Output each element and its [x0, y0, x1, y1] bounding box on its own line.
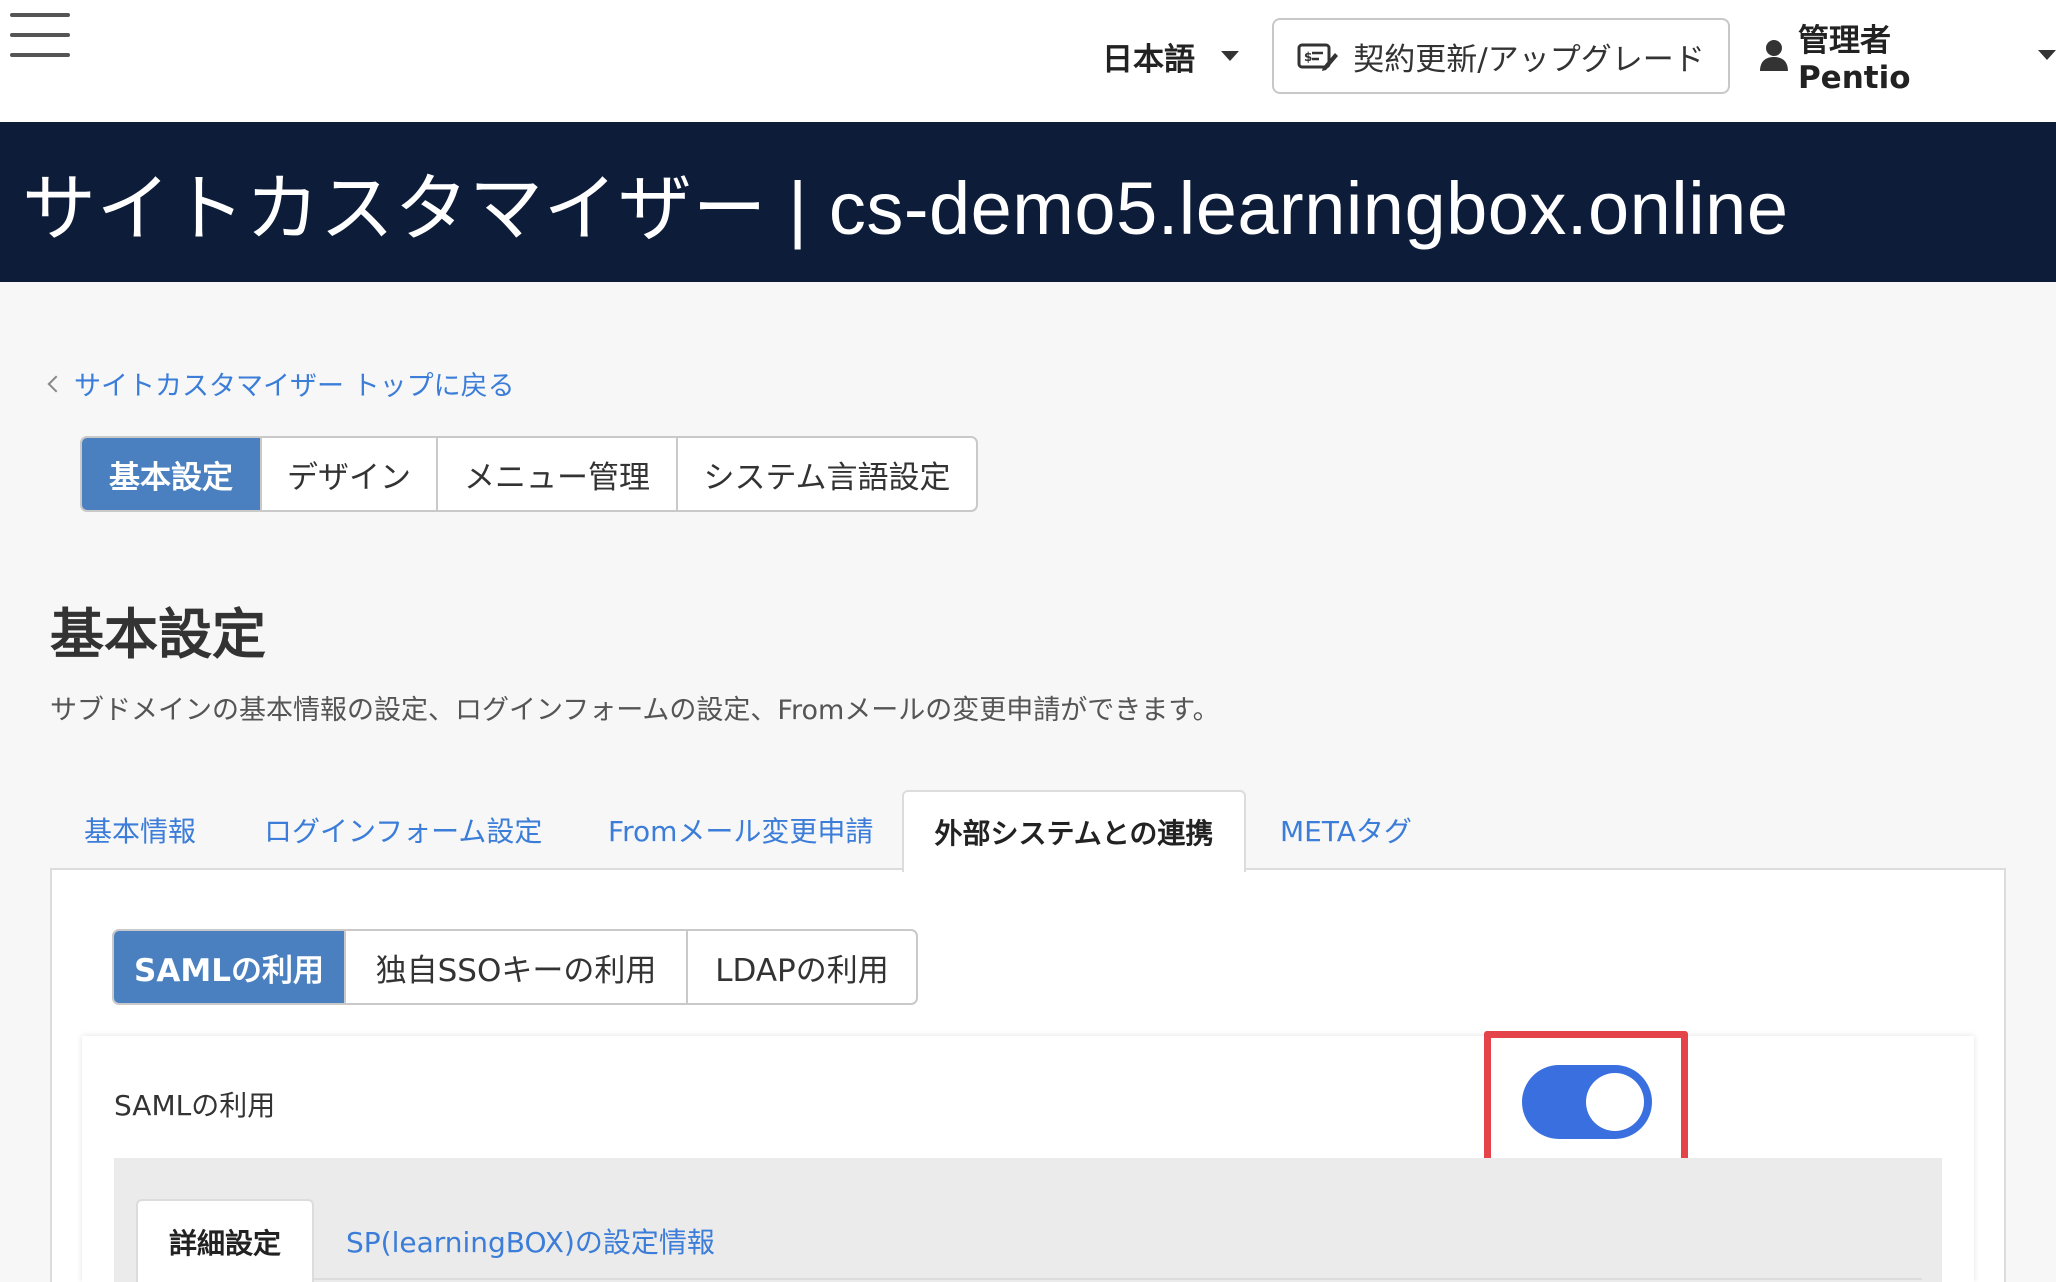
- site-banner: サイトカスタマイザー | cs-demo5.learningbox.online: [0, 122, 2056, 282]
- svg-text:$: $: [1304, 50, 1312, 64]
- section-tabs: 基本情報 ログインフォーム設定 Fromメール変更申請 外部システムとの連携 M…: [50, 790, 2006, 872]
- user-menu[interactable]: 管理者 Pentio: [1760, 23, 2056, 96]
- tab-menu-management[interactable]: メニュー管理: [436, 438, 676, 510]
- language-selector[interactable]: 日本語: [1102, 32, 1239, 80]
- page-description: サブドメインの基本情報の設定、ログインフォームの設定、Fromメールの変更申請が…: [50, 695, 1220, 726]
- tab-sp-settings-info[interactable]: SP(learningBOX)の設定情報: [346, 1199, 715, 1282]
- highlight-box: [1484, 1031, 1688, 1168]
- saml-toggle-label: SAMLの利用: [114, 1089, 276, 1122]
- back-to-top-link[interactable]: サイトカスタマイザー トップに戻る: [47, 364, 515, 403]
- tab-design[interactable]: デザイン: [260, 438, 436, 510]
- tab-system-language[interactable]: システム言語設定: [676, 438, 976, 510]
- top-bar: 日本語 $ 契約更新/アップグレード 管理者 Pentio: [0, 0, 2056, 122]
- tab-basic-info[interactable]: 基本情報: [84, 790, 196, 870]
- tab-from-mail[interactable]: Fromメール変更申請: [608, 790, 873, 870]
- integration-type-tabs: SAMLの利用 独自SSOキーの利用 LDAPの利用: [112, 929, 918, 1005]
- upgrade-button[interactable]: $ 契約更新/アップグレード: [1272, 18, 1730, 94]
- tab-basic-settings[interactable]: 基本設定: [82, 438, 260, 510]
- main-settings-tabs: 基本設定 デザイン メニュー管理 システム言語設定: [80, 436, 978, 512]
- caret-down-icon: [2038, 50, 2056, 60]
- back-link-label: サイトカスタマイザー トップに戻る: [74, 371, 515, 402]
- contract-edit-icon: $: [1297, 43, 1339, 71]
- caret-down-icon: [1221, 51, 1239, 61]
- chevron-left-icon: [47, 375, 65, 392]
- upgrade-label: 契約更新/アップグレード: [1353, 41, 1705, 78]
- tab-saml[interactable]: SAMLの利用: [114, 931, 344, 1003]
- tab-detail-settings[interactable]: 詳細設定: [136, 1199, 314, 1282]
- banner-title: サイトカスタマイザー | cs-demo5.learningbox.online: [22, 166, 1789, 250]
- person-icon: [1760, 40, 1788, 71]
- user-name: 管理者 Pentio: [1797, 22, 1911, 96]
- tab-ldap[interactable]: LDAPの利用: [686, 931, 916, 1003]
- tab-custom-sso[interactable]: 独自SSOキーの利用: [344, 931, 686, 1003]
- tab-login-form[interactable]: ログインフォーム設定: [264, 790, 542, 870]
- tab-external-integration[interactable]: 外部システムとの連携: [902, 790, 1246, 872]
- tab-meta-tags[interactable]: METAタグ: [1280, 790, 1412, 870]
- language-label: 日本語: [1102, 41, 1195, 78]
- hamburger-menu-icon[interactable]: [10, 10, 70, 60]
- page-title: 基本設定: [50, 603, 266, 666]
